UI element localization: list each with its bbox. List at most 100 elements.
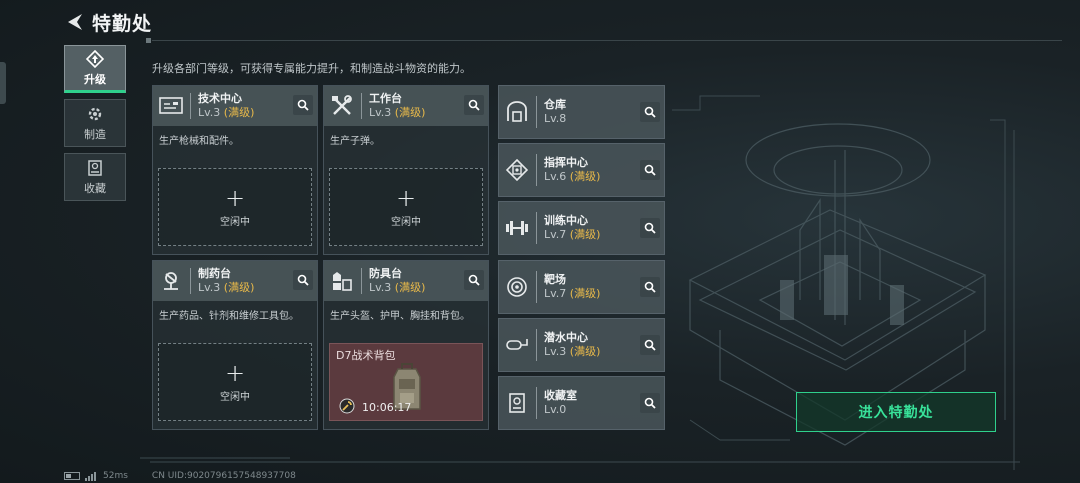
production-item-name: D7战术背包	[336, 349, 396, 362]
building-card-training-center[interactable]: 训练中心 Lv.7 (满级)	[498, 201, 665, 255]
magnifier-icon	[644, 106, 656, 118]
facility-name: 制药台	[198, 267, 231, 280]
nav-tab-upgrade[interactable]: 升级	[64, 45, 126, 93]
inspect-button[interactable]	[640, 102, 660, 122]
inspect-button[interactable]	[640, 393, 660, 413]
building-level: Lv.0	[544, 403, 577, 417]
inspect-button[interactable]	[464, 95, 484, 115]
slot-status: 空闲中	[220, 391, 250, 403]
magnifier-icon	[644, 164, 656, 176]
max-level-tag: (满级)	[569, 228, 601, 241]
facility-level: Lv.3 (满级)	[369, 106, 425, 120]
card-separator	[190, 268, 191, 294]
building-card-command-center[interactable]: 指挥中心 Lv.6 (满级)	[498, 143, 665, 197]
header-divider	[146, 38, 1062, 43]
enter-special-ops-button[interactable]: 进入特勤处	[796, 392, 996, 432]
magnifier-icon	[644, 281, 656, 293]
side-nav: 升级 制造 收藏	[64, 45, 126, 207]
command-center-icon	[504, 157, 530, 183]
card-separator	[536, 212, 537, 244]
building-level: Lv.8	[544, 112, 566, 126]
idle-production-slot[interactable]: + 空闲中	[158, 343, 312, 421]
level-value: Lv.3	[369, 281, 392, 294]
card-separator	[536, 271, 537, 303]
status-bar: 52ms CN UID:9020796157548937708	[64, 471, 296, 481]
inspect-button[interactable]	[640, 160, 660, 180]
idle-production-slot[interactable]: + 空闲中	[158, 168, 312, 246]
level-value: Lv.8	[544, 112, 567, 125]
inspect-button[interactable]	[464, 270, 484, 290]
building-card-collection-room[interactable]: 收藏室 Lv.0	[498, 376, 665, 430]
level-value: Lv.7	[544, 287, 567, 300]
building-name: 靶场	[544, 273, 566, 286]
back-button[interactable]	[62, 10, 88, 34]
diving-icon	[504, 332, 530, 358]
level-value: Lv.3	[544, 345, 567, 358]
building-name: 潜水中心	[544, 331, 588, 344]
magnifier-icon	[297, 274, 309, 286]
target-icon	[504, 274, 530, 300]
card-header[interactable]: 技术中心 Lv.3 (满级)	[153, 86, 317, 126]
inspect-button[interactable]	[640, 218, 660, 238]
section-description: 升级各部门等级，可获得专属能力提升，和制造战斗物资的能力。	[152, 62, 471, 75]
building-name: 仓库	[544, 98, 566, 111]
building-level: Lv.6 (满级)	[544, 170, 600, 184]
facility-card-pharmacy: 制药台 Lv.3 (满级) 生产药品、针剂和维修工具包。 + 空闲中	[152, 260, 318, 430]
max-level-tag: (满级)	[223, 281, 255, 294]
building-name: 训练中心	[544, 214, 588, 227]
level-value: Lv.0	[544, 403, 567, 416]
card-header[interactable]: 防具台 Lv.3 (满级)	[324, 261, 488, 301]
inspect-button[interactable]	[293, 95, 313, 115]
workbench-icon	[329, 93, 355, 119]
armor-bench-icon	[329, 268, 355, 294]
level-value: Lv.3	[198, 106, 221, 119]
level-value: Lv.6	[544, 170, 567, 183]
facility-level: Lv.3 (满级)	[198, 106, 254, 120]
card-header[interactable]: 工作台 Lv.3 (满级)	[324, 86, 488, 126]
nav-tab-collection[interactable]: 收藏	[64, 153, 126, 201]
battery-icon	[64, 472, 80, 480]
facility-description: 生产枪械和配件。	[159, 136, 239, 147]
card-header[interactable]: 制药台 Lv.3 (满级)	[153, 261, 317, 301]
level-value: Lv.3	[369, 106, 392, 119]
nav-label: 收藏	[84, 181, 106, 195]
facility-card-tech-center: 技术中心 Lv.3 (满级) 生产枪械和配件。 + 空闲中	[152, 85, 318, 255]
facility-card-workbench: 工作台 Lv.3 (满级) 生产子弹。 + 空闲中	[323, 85, 489, 255]
building-card-warehouse[interactable]: 仓库 Lv.8	[498, 85, 665, 139]
idle-production-slot[interactable]: + 空闲中	[329, 168, 483, 246]
slot-status: 空闲中	[220, 216, 250, 228]
page-title: 特勤处	[92, 12, 153, 35]
plus-icon: +	[224, 358, 246, 387]
facility-description: 生产头盔、护甲、胸挂和背包。	[330, 311, 470, 322]
building-card-shooting-range[interactable]: 靶场 Lv.7 (满级)	[498, 260, 665, 314]
facility-name: 技术中心	[198, 92, 242, 105]
inspect-button[interactable]	[293, 270, 313, 290]
card-separator	[536, 387, 537, 419]
nav-label: 升级	[84, 72, 106, 86]
card-separator	[536, 329, 537, 361]
facility-level: Lv.3 (满级)	[198, 281, 254, 295]
wrench-timer-icon	[339, 398, 355, 414]
back-arrow-icon	[68, 14, 82, 30]
building-card-diving-center[interactable]: 潜水中心 Lv.3 (满级)	[498, 318, 665, 372]
magnifier-icon	[297, 99, 309, 111]
page-header: 特勤处	[62, 8, 152, 36]
card-separator	[190, 93, 191, 119]
max-level-tag: (满级)	[394, 106, 426, 119]
magnifier-icon	[644, 339, 656, 351]
ping-value: 52ms	[103, 471, 128, 481]
facility-description: 生产子弹。	[330, 136, 380, 147]
nav-tab-craft[interactable]: 制造	[64, 99, 126, 147]
signal-icon	[85, 471, 97, 481]
building-name: 收藏室	[544, 389, 577, 402]
max-level-tag: (满级)	[223, 106, 255, 119]
inspect-button[interactable]	[640, 335, 660, 355]
edge-handle	[0, 62, 6, 104]
magnifier-icon	[468, 99, 480, 111]
building-level: Lv.7 (满级)	[544, 287, 600, 301]
active-production-slot[interactable]: D7战术背包 10:06:17	[329, 343, 483, 421]
plus-icon: +	[395, 183, 417, 212]
facility-card-armor-bench: 防具台 Lv.3 (满级) 生产头盔、护甲、胸挂和背包。 D7战术背包 10:0…	[323, 260, 489, 430]
card-separator	[536, 154, 537, 186]
inspect-button[interactable]	[640, 277, 660, 297]
